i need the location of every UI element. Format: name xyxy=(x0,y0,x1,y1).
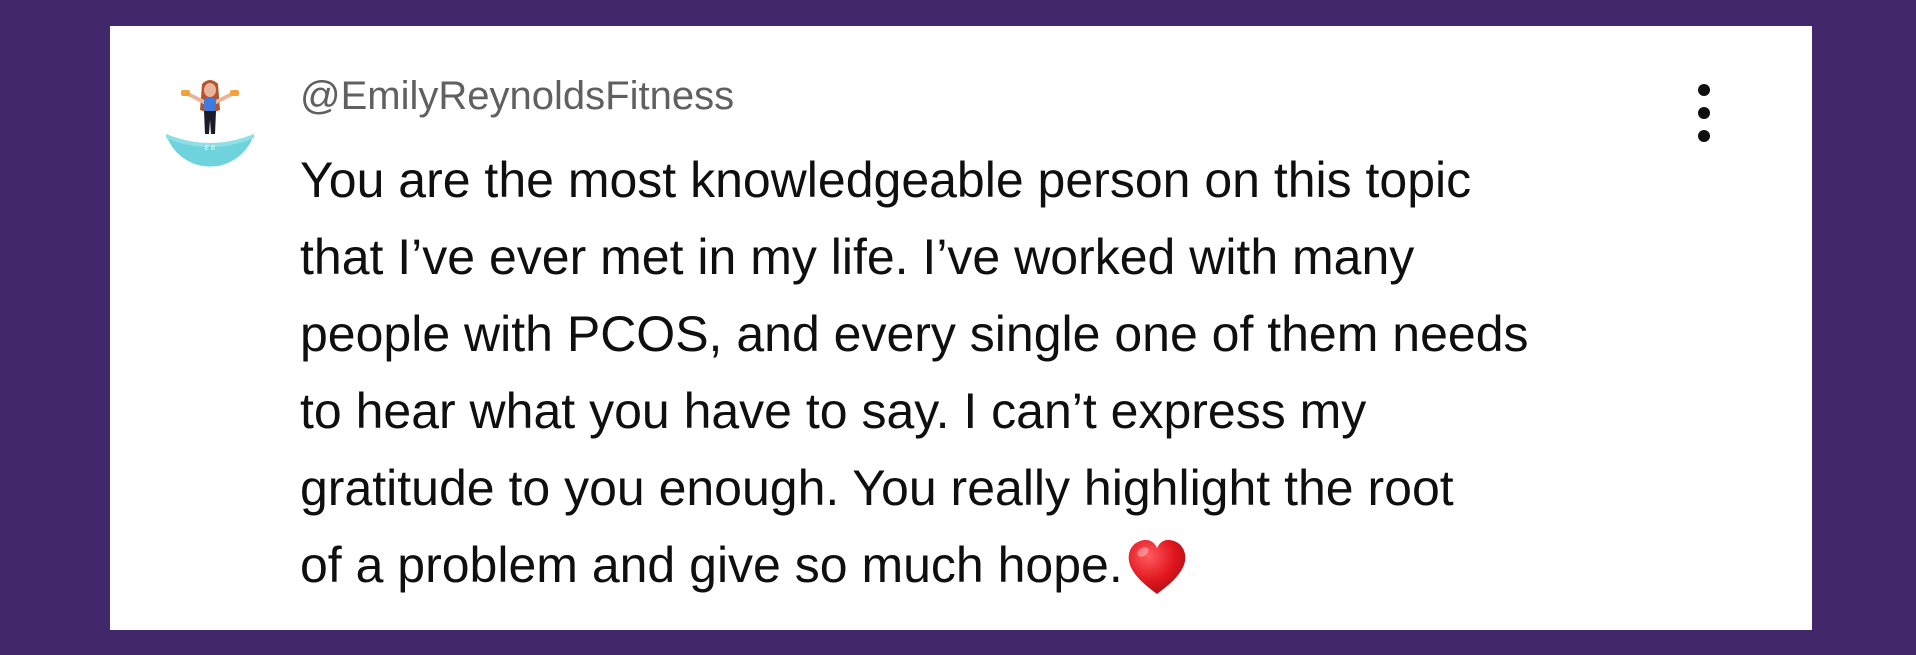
comment-card: E R @EmilyReynoldsFitness You are the mo… xyxy=(110,26,1812,630)
comment-line: people with PCOS, and every single one o… xyxy=(300,306,1529,362)
comment-last-line: of a problem and give so much hope. xyxy=(300,527,1720,604)
comment-line: gratitude to you enough. You really high… xyxy=(300,460,1454,516)
author-avatar[interactable]: E R xyxy=(162,72,258,168)
more-options-button[interactable] xyxy=(1686,80,1722,146)
comment-line: to hear what you have to say. I can’t ex… xyxy=(300,383,1367,439)
comment-text: You are the most knowledgeable person on… xyxy=(300,142,1720,604)
author-handle[interactable]: @EmilyReynoldsFitness xyxy=(300,72,734,120)
comment-line: You are the most knowledgeable person on… xyxy=(300,152,1472,208)
vertical-ellipsis-icon xyxy=(1698,84,1710,96)
red-heart-icon xyxy=(1128,540,1186,594)
comment-line: that I’ve ever met in my life. I’ve work… xyxy=(300,229,1415,285)
vertical-ellipsis-icon-dot xyxy=(1698,130,1710,142)
comment-line: of a problem and give so much hope. xyxy=(300,537,1123,593)
vertical-ellipsis-icon-dot xyxy=(1698,107,1710,119)
svg-text:E R: E R xyxy=(204,145,216,152)
avatar-image: E R xyxy=(166,80,254,167)
